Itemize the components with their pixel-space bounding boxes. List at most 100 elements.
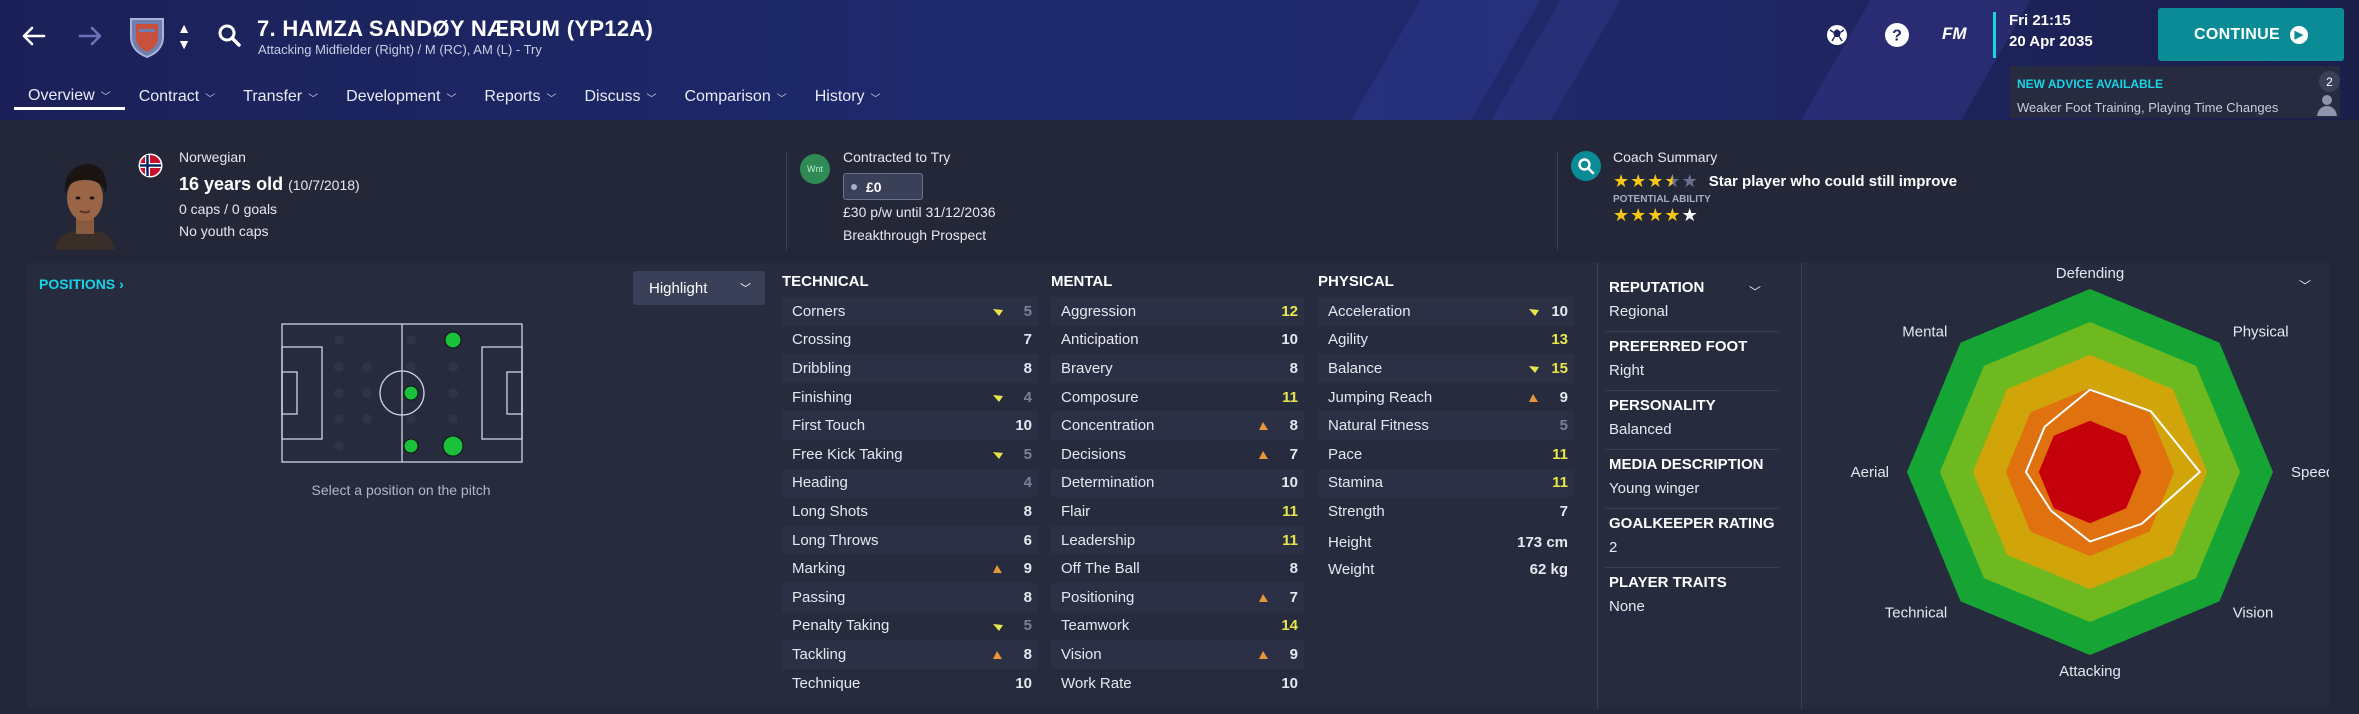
search-icon[interactable]: [216, 22, 244, 50]
tab-discuss[interactable]: Discuss ﹀: [570, 84, 670, 110]
trend-up-icon: [1258, 648, 1270, 660]
attribute-row[interactable]: Strength 7: [1318, 497, 1574, 526]
attribute-row[interactable]: Bravery 8: [1051, 354, 1304, 383]
club-badge-icon[interactable]: [128, 15, 166, 59]
scout-search-icon[interactable]: [1571, 151, 1601, 181]
tab-overview[interactable]: Overview ﹀: [14, 84, 125, 110]
star-icon: ★: [1681, 205, 1698, 225]
continue-button[interactable]: CONTINUE ▶: [2158, 8, 2344, 61]
attribute-row[interactable]: Dribbling 8: [782, 354, 1038, 383]
radar-label: Speed: [2291, 464, 2329, 481]
attribute-name: Marking: [792, 560, 846, 578]
attribute-name: Natural Fitness: [1328, 417, 1429, 435]
game-time: Fri 21:15: [2009, 12, 2071, 29]
tab-transfer[interactable]: Transfer ﹀: [229, 84, 332, 110]
trend-up-icon: [1528, 391, 1540, 403]
attribute-row[interactable]: Corners 5: [782, 297, 1038, 326]
attribute-value: 15: [1551, 359, 1568, 377]
tab-comparison[interactable]: Comparison ﹀: [670, 84, 800, 110]
forward-arrow-icon[interactable]: [72, 18, 108, 54]
attribute-row[interactable]: Vision 9: [1051, 640, 1304, 669]
attribute-name: Strength: [1328, 502, 1385, 520]
attribute-row[interactable]: First Touch 10: [782, 411, 1038, 440]
cycle-player-icon[interactable]: ▲ ▼: [176, 20, 192, 54]
trend-down-icon: [992, 620, 1004, 632]
attribute-row[interactable]: Teamwork 14: [1051, 612, 1304, 641]
attribute-row[interactable]: Tackling 8: [782, 640, 1038, 669]
attribute-row[interactable]: Work Rate 10: [1051, 669, 1304, 698]
physical-list: Acceleration 10 Agility 13 Balance 15 Jumping …: [1318, 297, 1574, 526]
attribute-name: Concentration: [1061, 417, 1155, 435]
divider: [1597, 263, 1598, 709]
attribute-row[interactable]: Penalty Taking 5: [782, 612, 1038, 641]
attribute-row[interactable]: Finishing 4: [782, 383, 1038, 412]
attribute-row[interactable]: Leadership 11: [1051, 525, 1304, 555]
prospect-status: Breakthrough Prospect: [843, 227, 987, 243]
attribute-row[interactable]: Determination 10: [1051, 468, 1304, 498]
back-arrow-icon[interactable]: [16, 18, 52, 54]
positions-link[interactable]: POSITIONS ›: [39, 276, 124, 292]
attribute-row[interactable]: Passing 8: [782, 582, 1038, 612]
attribute-row[interactable]: Natural Fitness 5: [1318, 411, 1574, 440]
position-pitch[interactable]: [270, 323, 523, 463]
attribute-name: Aggression: [1061, 302, 1137, 320]
attribute-value: 7: [1023, 331, 1032, 349]
attribute-row[interactable]: Marking 9: [782, 554, 1038, 583]
help-icon[interactable]: ?: [1882, 20, 1912, 50]
tab-contract[interactable]: Contract ﹀: [125, 84, 229, 110]
attribute-name: Anticipation: [1061, 331, 1139, 349]
reputation-block[interactable]: REPUTATION Regional ﹀: [1605, 273, 1779, 332]
attribute-row[interactable]: Off The Ball 8: [1051, 554, 1304, 583]
attribute-name: Teamwork: [1061, 617, 1130, 635]
goalkeeper-rating-block: GOALKEEPER RATING 2: [1605, 509, 1779, 568]
nationality: Norwegian: [179, 149, 246, 165]
contract-value: £0: [843, 173, 923, 200]
attribute-row[interactable]: Free Kick Taking 5: [782, 440, 1038, 469]
attribute-row[interactable]: Technique 10: [782, 669, 1038, 698]
tab-reports[interactable]: Reports ﹀: [470, 84, 570, 110]
attribute-row[interactable]: Acceleration 10: [1318, 297, 1574, 326]
attribute-row[interactable]: Anticipation 10: [1051, 326, 1304, 355]
attribute-name: Finishing: [792, 388, 853, 406]
attribute-row[interactable]: Flair 11: [1051, 497, 1304, 526]
attribute-row[interactable]: Long Shots 8: [782, 497, 1038, 526]
highlight-dropdown[interactable]: Highlight ﹀: [633, 271, 765, 305]
attribute-radar: Defending Physical Speed Vision Attacking Tec…: [1800, 263, 2335, 709]
attribute-row[interactable]: Stamina 11: [1318, 468, 1574, 498]
attribute-row[interactable]: Positioning 7: [1051, 582, 1304, 612]
potential-ability-label: POTENTIAL ABILITY: [1613, 194, 1711, 205]
world-football-icon[interactable]: [1822, 20, 1852, 50]
attribute-row[interactable]: Jumping Reach 9: [1318, 383, 1574, 412]
star-icon: ★: [1630, 205, 1647, 225]
advice-text: Weaker Foot Training, Playing Time Chang…: [2017, 100, 2279, 115]
wanted-badge: Wnt: [800, 154, 830, 184]
radar-label: Technical: [1885, 605, 1948, 622]
advice-panel[interactable]: NEW ADVICE AVAILABLE Weaker Foot Trainin…: [2010, 66, 2340, 118]
tab-history[interactable]: History ﹀: [801, 84, 895, 110]
attribute-value: 11: [1552, 445, 1568, 463]
attribute-row[interactable]: Decisions 7: [1051, 440, 1304, 469]
attribute-row[interactable]: Composure 11: [1051, 383, 1304, 412]
attribute-row[interactable]: Concentration 8: [1051, 411, 1304, 440]
mental-list: Aggression 12 Anticipation 10 Bravery 8 Compos…: [1051, 297, 1304, 697]
attribute-row[interactable]: Pace 11: [1318, 440, 1574, 469]
attribute-row[interactable]: Agility 13: [1318, 326, 1574, 355]
attribute-row[interactable]: Heading 4: [782, 468, 1038, 498]
attribute-row[interactable]: Balance 15: [1318, 354, 1574, 383]
attribute-value: 10: [1551, 302, 1568, 320]
chevron-down-icon[interactable]: ﹀: [1749, 283, 1761, 300]
attribute-value: 11: [1552, 474, 1568, 492]
attribute-row[interactable]: Crossing 7: [782, 326, 1038, 355]
attribute-value: 14: [1281, 617, 1298, 635]
fm-logo[interactable]: FM: [1942, 24, 1967, 44]
chevron-down-icon: ﹀: [870, 93, 881, 105]
attribute-value: 6: [1023, 531, 1032, 549]
attribute-row[interactable]: Aggression 12: [1051, 297, 1304, 326]
attribute-row[interactable]: Long Throws 6: [782, 525, 1038, 555]
chevron-down-icon[interactable]: ﹀: [2299, 277, 2311, 294]
attribute-name: Acceleration: [1328, 302, 1411, 320]
mental-column: MENTAL Aggression 12 Anticipation 10 Bravery…: [1051, 273, 1304, 697]
attribute-value: 5: [1023, 617, 1032, 635]
tab-development[interactable]: Development ﹀: [332, 84, 470, 110]
attribute-value: 13: [1551, 331, 1568, 349]
